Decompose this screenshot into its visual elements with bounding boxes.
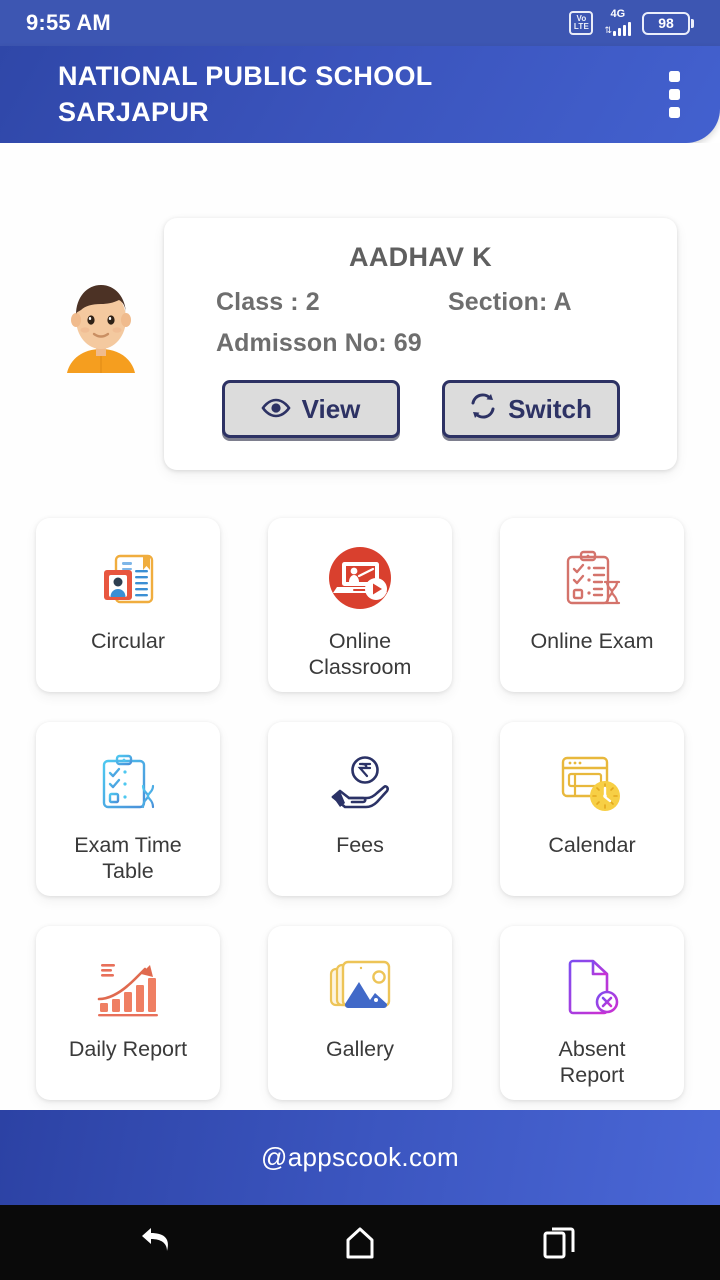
switch-button-label: Switch — [508, 393, 592, 424]
battery-icon: 98 — [642, 11, 694, 35]
tile-label: Circular — [90, 629, 166, 653]
absent-document-icon — [561, 952, 623, 1024]
tile-label: Fees — [336, 833, 384, 857]
battery-percent-label: 98 — [658, 15, 674, 31]
page-title: NATIONAL PUBLIC SCHOOL SARJAPUR — [58, 60, 433, 127]
back-icon[interactable] — [124, 1215, 196, 1271]
data-transfer-arrows-icon: ⇅ — [604, 25, 612, 35]
student-class-section-row: Class : 2 Section: A — [190, 288, 651, 317]
app-bar: NATIONAL PUBLIC SCHOOL SARJAPUR — [0, 46, 720, 143]
calendar-clock-icon — [559, 748, 625, 820]
tile-label: Online Classroom — [308, 629, 412, 679]
switch-button[interactable]: Switch — [441, 380, 620, 438]
status-clock: 9:55 AM — [26, 10, 111, 35]
tile-daily-report[interactable]: Daily Report — [36, 926, 220, 1100]
student-section: AADHAV K Class : 2 Section: A Admisson N… — [0, 180, 720, 470]
volte-bottom-text: LTE — [573, 22, 590, 31]
online-classroom-icon — [325, 544, 395, 616]
photo-stack-icon — [327, 952, 393, 1024]
tile-label: Exam Time Table — [74, 833, 182, 883]
tile-online-exam[interactable]: Online Exam — [500, 518, 684, 692]
tile-gallery[interactable]: Gallery — [268, 926, 452, 1100]
footer-brand-label: @appscook.com — [261, 1142, 459, 1172]
tile-label: Online Exam — [530, 629, 654, 653]
student-class: Class : 2 — [216, 288, 320, 316]
student-action-row: View Switch — [190, 380, 651, 438]
tile-online-classroom[interactable]: Online Classroom — [268, 518, 452, 692]
signal-bars-icon — [613, 21, 631, 36]
tile-label: Gallery — [325, 1037, 395, 1061]
feature-grid: Circular Online Classroom Online Exam Ex… — [0, 518, 720, 1100]
online-exam-clipboard-icon — [560, 544, 624, 616]
signal-strength-icon: 4G ⇅ — [604, 8, 631, 36]
tile-fees[interactable]: Fees — [268, 722, 452, 896]
android-nav-bar — [0, 1205, 720, 1280]
volte-icon: Vo LTE — [569, 11, 594, 35]
status-icon-group: Vo LTE 4G ⇅ 98 — [569, 8, 694, 36]
view-button-label: View — [301, 393, 361, 424]
recents-icon[interactable] — [524, 1215, 596, 1271]
home-icon[interactable] — [324, 1215, 396, 1271]
student-info-card: AADHAV K Class : 2 Section: A Admisson N… — [164, 218, 677, 470]
refresh-icon — [469, 392, 497, 426]
student-section: Section: A — [448, 288, 572, 316]
tile-label: Daily Report — [68, 1037, 188, 1061]
circular-document-icon — [96, 544, 160, 616]
growth-chart-icon — [95, 952, 161, 1024]
footer-bar: @appscook.com — [0, 1110, 720, 1205]
student-name: AADHAV K — [349, 242, 492, 272]
tile-circular[interactable]: Circular — [36, 518, 220, 692]
boy-avatar — [53, 275, 149, 373]
network-type-label: 4G — [610, 8, 626, 20]
tile-label: Calendar — [548, 833, 636, 857]
tile-label: Absent Report — [558, 1037, 626, 1087]
student-admission-no: Admisson No: 69 — [216, 329, 422, 357]
status-bar: 9:55 AM Vo LTE 4G ⇅ 98 — [0, 0, 720, 46]
dashboard-body: AADHAV K Class : 2 Section: A Admisson N… — [0, 143, 720, 1110]
kebab-menu-icon[interactable] — [659, 63, 690, 126]
rupee-hand-icon — [327, 748, 393, 820]
eye-icon — [261, 394, 291, 425]
student-admission-row: Admisson No: 69 — [190, 329, 651, 358]
exam-timetable-clipboard-icon — [96, 748, 160, 820]
tile-exam-time-table[interactable]: Exam Time Table — [36, 722, 220, 896]
view-button[interactable]: View — [221, 380, 400, 438]
tile-absent-report[interactable]: Absent Report — [500, 926, 684, 1100]
tile-calendar[interactable]: Calendar — [500, 722, 684, 896]
